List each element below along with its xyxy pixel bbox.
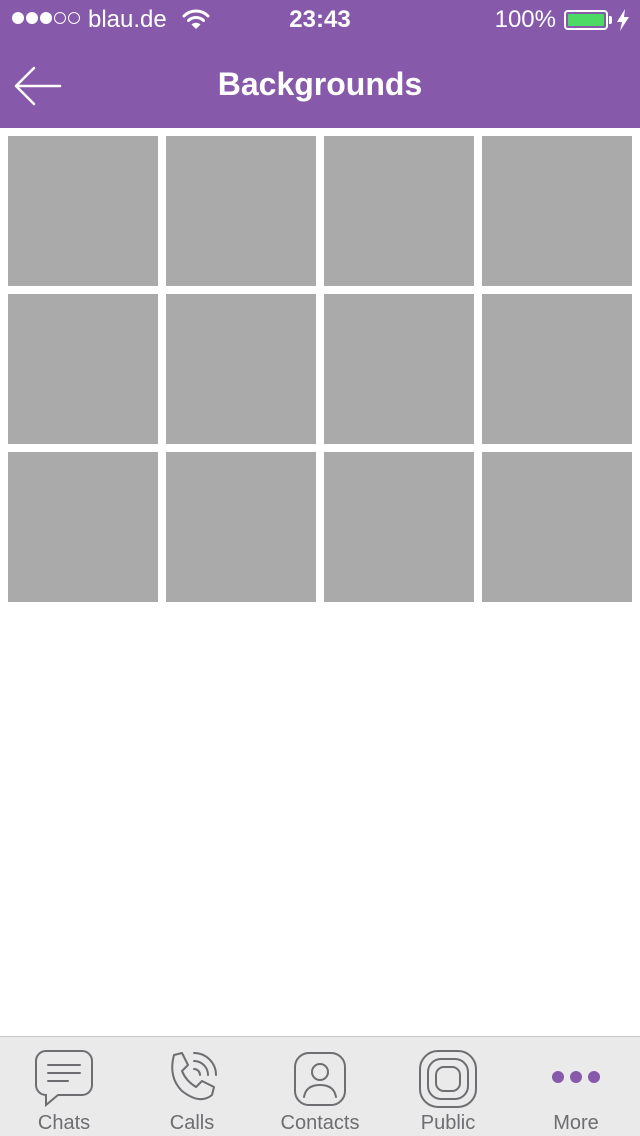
app-header: blau.de 23:43 100% Backgrounds: [0, 0, 640, 128]
tab-label: Calls: [169, 1112, 215, 1134]
tab-label: Public: [420, 1112, 476, 1134]
background-tile[interactable]: [8, 452, 158, 602]
background-tile[interactable]: [166, 136, 316, 286]
tab-label: Contacts: [280, 1112, 360, 1134]
background-tile[interactable]: [8, 294, 158, 444]
battery-level: [568, 14, 604, 26]
background-tile[interactable]: [166, 294, 316, 444]
background-tile[interactable]: [324, 294, 474, 444]
tab-more[interactable]: More: [512, 1037, 640, 1136]
battery-icon: [564, 10, 608, 30]
tab-contacts[interactable]: Contacts: [256, 1037, 384, 1136]
background-tile[interactable]: [166, 452, 316, 602]
battery-percent: 100%: [494, 6, 556, 33]
background-tile[interactable]: [324, 452, 474, 602]
phone-icon: [171, 1052, 217, 1101]
arrow-left-icon: [14, 66, 62, 106]
background-tile[interactable]: [482, 452, 632, 602]
background-tile[interactable]: [324, 136, 474, 286]
contact-icon: [294, 1052, 346, 1106]
background-tile[interactable]: [482, 136, 632, 286]
background-tile[interactable]: [8, 136, 158, 286]
tab-bar: Chats Calls Contacts Public More: [0, 1036, 640, 1136]
tab-label: Chats: [37, 1112, 91, 1134]
more-dots-icon: [552, 1071, 600, 1083]
navigation-bar: Backgrounds: [0, 40, 640, 128]
back-button[interactable]: [10, 60, 66, 112]
page-title: Backgrounds: [217, 66, 423, 102]
tab-calls[interactable]: Calls: [128, 1037, 256, 1136]
tab-public[interactable]: Public: [384, 1037, 512, 1136]
battery-nub: [609, 16, 612, 24]
status-bar: blau.de 23:43 100%: [0, 0, 640, 40]
background-tile[interactable]: [482, 294, 632, 444]
tab-label: More: [553, 1112, 599, 1134]
public-icon: [419, 1050, 477, 1108]
tab-chats[interactable]: Chats: [0, 1037, 128, 1136]
charging-bolt-icon: [617, 9, 629, 31]
backgrounds-grid: [8, 136, 632, 602]
chat-bubble-icon: [35, 1050, 93, 1108]
